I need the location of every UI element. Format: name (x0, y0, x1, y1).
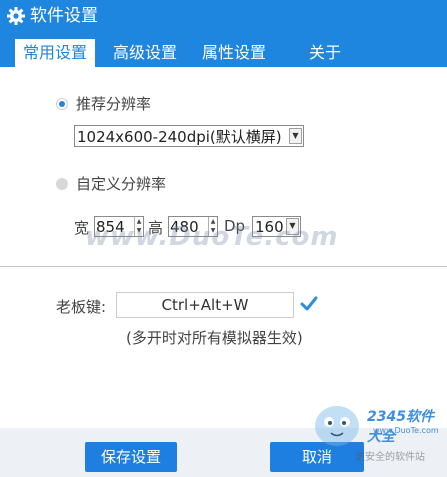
boss-key-note-clip: (多开时对所有模拟器生效) (126, 327, 306, 348)
tab-advanced-settings[interactable]: 高级设置 (106, 39, 184, 67)
recommended-resolution-radio[interactable] (56, 98, 68, 110)
tab-general-settings[interactable]: 常用设置 (15, 39, 95, 67)
site-badge: 2345软件大全 www.DuoTe.com 更安全的软件站 (305, 398, 447, 468)
boss-key-note: (多开时对所有模拟器生效) (126, 329, 303, 347)
title-bar: 软件设置 (0, 0, 447, 33)
boss-key-input[interactable]: Ctrl+Alt+W (116, 292, 294, 318)
tab-property-settings[interactable]: 属性设置 (195, 39, 273, 67)
gear-icon (7, 7, 25, 25)
check-icon (300, 296, 318, 311)
badge-site: www.DuoTe.com (373, 426, 439, 435)
custom-resolution-radio[interactable] (56, 178, 68, 190)
tab-bar: 常用设置 高级设置 属性设置 关于 (0, 33, 447, 67)
custom-resolution-label: 自定义分辨率 (76, 175, 167, 193)
save-settings-button[interactable]: 保存设置 (85, 442, 177, 472)
recommended-resolution-value: 1024x600-240dpi(默认横屏) (77, 128, 282, 146)
watermark: www.DuoTe.com (85, 222, 339, 252)
recommended-resolution-label: 推荐分辨率 (76, 95, 152, 113)
tab-about[interactable]: 关于 (300, 39, 350, 67)
chevron-down-icon[interactable]: ▼ (289, 128, 302, 144)
window-title: 软件设置 (30, 6, 98, 26)
mascot-icon (315, 406, 359, 446)
recommended-resolution-select[interactable]: 1024x600-240dpi(默认横屏) ▼ (74, 125, 304, 147)
divider (0, 266, 447, 267)
badge-slogan: 更安全的软件站 (355, 452, 425, 463)
boss-key-label: 老板键: (56, 298, 107, 316)
